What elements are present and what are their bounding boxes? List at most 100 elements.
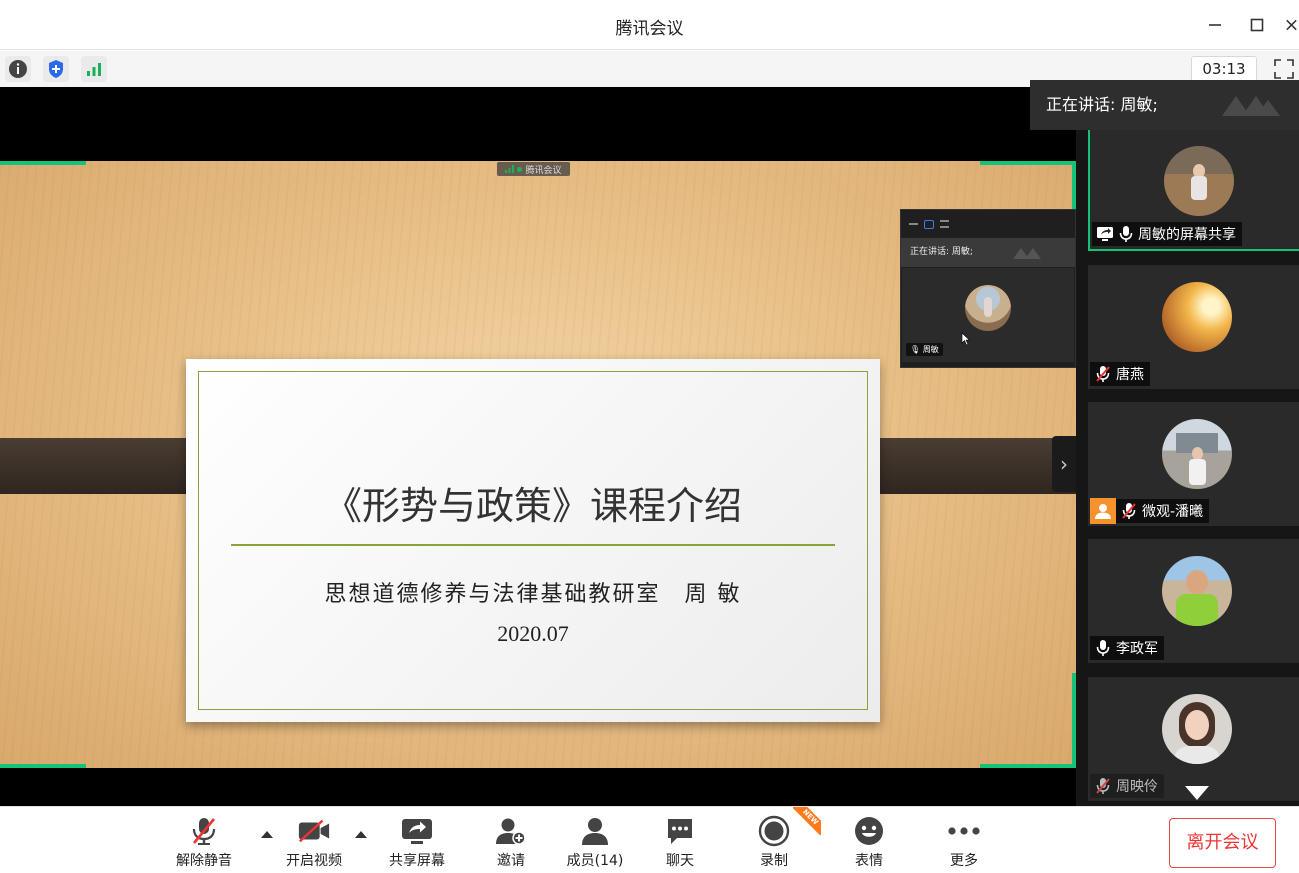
share-source-label: 腾讯会议 — [525, 165, 562, 176]
new-badge: NEW — [793, 807, 821, 835]
participant-tile[interactable]: 李政军 — [1088, 539, 1299, 663]
start-video-label: 开启视频 — [286, 853, 342, 869]
microphone-icon: 🎙 — [910, 345, 921, 354]
slide-frame — [198, 371, 868, 710]
minimize-icon — [1209, 24, 1221, 26]
maximize-icon — [1250, 18, 1264, 32]
participant-name: 唐燕 — [1116, 367, 1144, 383]
avatar — [1162, 419, 1232, 489]
share-source-tag: 腾讯会议 — [497, 162, 570, 176]
invite-button[interactable]: 邀请 — [471, 815, 551, 871]
participant-name: 周敏的屏幕共享 — [1138, 227, 1236, 243]
info-icon — [9, 60, 27, 78]
record-icon — [758, 815, 790, 847]
avatar — [1162, 694, 1232, 764]
share-corner — [980, 161, 1076, 165]
chat-icon — [668, 819, 692, 844]
window-title: 腾讯会议 — [615, 19, 684, 39]
participant-label: 唐燕 — [1090, 362, 1150, 386]
participant-label: 李政军 — [1090, 636, 1164, 660]
participant-label: 周映伶 — [1090, 774, 1164, 798]
members-label: 成员(14) — [566, 853, 624, 869]
emoji-label: 表情 — [855, 853, 883, 869]
user-icon — [582, 818, 608, 845]
participant-tile[interactable]: 周映伶 — [1088, 677, 1299, 801]
slide-title: 《形势与政策》课程介绍 — [323, 484, 742, 528]
close-button[interactable] — [1284, 12, 1299, 38]
cursor-icon — [961, 332, 971, 346]
mini-speaking-banner: 正在讲话: 周敏; — [901, 238, 1075, 267]
security-button[interactable] — [43, 56, 69, 82]
mini-participant-name: 周敏 — [922, 345, 939, 354]
slide-decoration-left — [0, 438, 210, 494]
fullscreen-icon — [1274, 59, 1294, 79]
avatar — [965, 285, 1011, 331]
record-label: 录制 — [760, 853, 788, 869]
participant-tile[interactable]: 唐燕 — [1088, 265, 1299, 389]
share-corner — [980, 764, 1076, 768]
participant-name: 周映伶 — [1116, 779, 1158, 795]
more-button[interactable]: 更多 — [924, 815, 1004, 871]
shield-icon — [49, 60, 63, 78]
start-video-button[interactable]: 开启视频 — [274, 815, 354, 871]
next-page-button[interactable]: › — [1052, 436, 1076, 492]
leave-meeting-button[interactable]: 离开会议 — [1169, 818, 1276, 868]
slide-decoration-right — [856, 438, 1076, 494]
screen-share-icon — [1097, 227, 1113, 241]
logo-icon — [1222, 96, 1280, 116]
chevron-right-icon: › — [1060, 452, 1068, 476]
microphone-muted-icon — [1122, 503, 1136, 519]
slide-date: 2020.07 — [497, 621, 569, 646]
emoji-icon — [855, 817, 883, 845]
participant-name: 李政军 — [1116, 641, 1158, 657]
chat-label: 聊天 — [666, 853, 694, 869]
maximize-button[interactable] — [1244, 12, 1270, 38]
participant-panel: 周敏的屏幕共享 唐燕 微观-潘曦 李政军 周映伶 — [1076, 87, 1299, 806]
meeting-controls: 解除静音 开启视频 共享屏幕 邀请 成员(14) 聊天 录制 NEW 表情 更多… — [0, 806, 1299, 873]
unmute-label: 解除静音 — [176, 853, 232, 869]
list-icon — [940, 220, 949, 228]
window-icon — [924, 219, 934, 229]
participant-tile[interactable]: 周敏的屏幕共享 — [1088, 127, 1299, 251]
slide-subtitle: 思想道德修养与法律基础教研室 周 敏 — [324, 582, 742, 607]
members-button[interactable]: 成员(14) — [555, 815, 635, 871]
signal-icon — [505, 165, 515, 173]
minimize-button[interactable] — [1202, 12, 1228, 38]
scroll-down-button[interactable] — [1185, 786, 1209, 800]
speaking-banner: 正在讲话: 周敏; — [1030, 80, 1299, 130]
unmute-button[interactable]: 解除静音 — [164, 815, 244, 871]
new-badge-label: NEW — [793, 807, 821, 835]
mini-participant-label: 🎙 周敏 — [906, 343, 943, 356]
emoji-button[interactable]: 表情 — [829, 815, 909, 871]
microphone-muted-icon — [1096, 366, 1110, 382]
meeting-info-button[interactable] — [5, 56, 31, 82]
share-corner — [0, 764, 86, 768]
video-options-button[interactable] — [355, 831, 367, 838]
chat-button[interactable]: 聊天 — [640, 815, 720, 871]
participant-label: 微观-潘曦 — [1090, 498, 1210, 524]
more-icon — [948, 827, 980, 835]
video-off-icon — [298, 819, 330, 843]
participant-label: 周敏的屏幕共享 — [1092, 222, 1242, 246]
mini-window-header — [901, 210, 1075, 238]
more-label: 更多 — [950, 853, 978, 869]
network-status-button[interactable] — [81, 56, 107, 82]
presentation-slide: 《形势与政策》课程介绍 思想道德修养与法律基础教研室 周 敏 2020.07 — [186, 359, 880, 722]
fullscreen-button[interactable] — [1271, 56, 1297, 82]
share-screen-label: 共享屏幕 — [389, 853, 445, 869]
participant-name: 微观-潘曦 — [1142, 504, 1204, 520]
status-dot-icon — [517, 166, 523, 172]
meeting-window: 腾讯会议 03:13 《形势与政策》课程介绍 思想道德修养与法律基础教研室 周 … — [0, 0, 1299, 873]
close-icon — [1286, 19, 1297, 31]
microphone-icon — [1119, 226, 1133, 242]
minimize-icon — [909, 223, 918, 225]
title-bar: 腾讯会议 — [0, 0, 1299, 50]
screen-share-icon — [402, 819, 432, 844]
mini-speaking-label: 正在讲话: 周敏; — [910, 247, 973, 257]
logo-icon — [1013, 248, 1041, 259]
audio-options-button[interactable] — [261, 831, 273, 838]
add-user-icon — [496, 818, 526, 845]
share-screen-button[interactable]: 共享屏幕 — [377, 815, 457, 871]
signal-icon — [87, 63, 101, 76]
participant-tile[interactable]: 微观-潘曦 — [1088, 402, 1299, 526]
